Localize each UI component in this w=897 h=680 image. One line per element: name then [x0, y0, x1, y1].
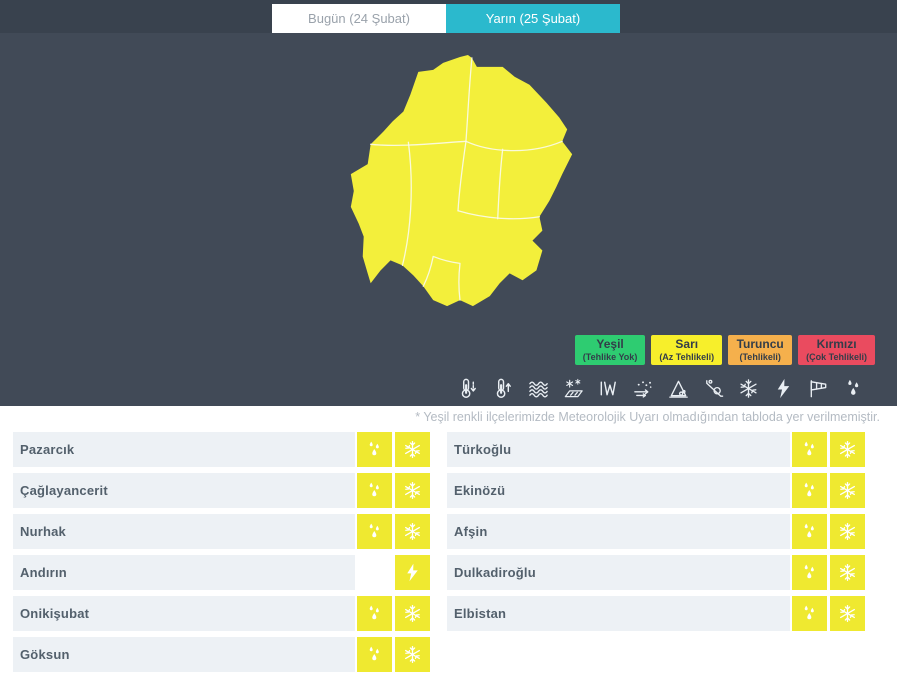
storm-windsock-icon — [807, 377, 830, 400]
legend-item-green: Yeşil (Tehlike Yok) — [575, 335, 646, 365]
district-warnings — [792, 514, 865, 549]
legend-title: Sarı — [659, 337, 714, 352]
district-row-turkoglu[interactable]: Türkoğlu — [447, 432, 865, 467]
snowflake-icon — [395, 637, 430, 672]
district-name: Nurhak — [13, 514, 355, 549]
district-warnings — [357, 596, 430, 631]
legend-title: Kırmızı — [806, 337, 867, 352]
district-warnings — [792, 473, 865, 508]
strong-wind-icon — [597, 377, 620, 400]
rain-icon — [792, 555, 827, 590]
district-name: Göksun — [13, 637, 355, 672]
district-row-andirin[interactable]: Andırın — [13, 555, 430, 590]
district-warnings — [357, 514, 430, 549]
district-warnings — [792, 432, 865, 467]
district-row-goksun[interactable]: Göksun — [13, 637, 430, 672]
district-name: Dulkadiroğlu — [447, 555, 790, 590]
legend-subtitle: (Tehlike Yok) — [583, 352, 638, 362]
rain-icon — [792, 473, 827, 508]
snowflake-icon — [830, 555, 865, 590]
rockfall-icon — [702, 377, 725, 400]
district-warnings — [357, 637, 430, 672]
rough-sea-icon — [527, 377, 550, 400]
day-tabs: Bugün (24 Şubat) Yarın (25 Şubat) — [272, 4, 620, 33]
snowflake-icon — [395, 432, 430, 467]
legend-subtitle: (Tehlikeli) — [736, 352, 784, 362]
legend-item-orange: Turuncu (Tehlikeli) — [728, 335, 792, 365]
legend-subtitle: (Az Tehlikeli) — [659, 352, 714, 362]
district-warnings — [792, 596, 865, 631]
frost-ice-icon — [737, 377, 760, 400]
tab-tomorrow[interactable]: Yarın (25 Şubat) — [446, 4, 620, 33]
rain-icon — [357, 637, 392, 672]
district-row-dulkadiroglu[interactable]: Dulkadiroğlu — [447, 555, 865, 590]
avalanche-icon — [667, 377, 690, 400]
temperature-rise-icon — [492, 377, 515, 400]
warning-legend: Yeşil (Tehlike Yok) Sarı (Az Tehlikeli) … — [575, 335, 875, 365]
rain-icon — [357, 473, 392, 508]
snowflake-icon — [830, 473, 865, 508]
province-map[interactable] — [340, 50, 580, 318]
legend-item-yellow: Sarı (Az Tehlikeli) — [651, 335, 722, 365]
district-row-elbistan[interactable]: Elbistan — [447, 596, 865, 631]
district-row-caglayancerit[interactable]: Çağlayancerit — [13, 473, 430, 508]
district-name: Elbistan — [447, 596, 790, 631]
map-panel: Bugün (24 Şubat) Yarın (25 Şubat) — [0, 0, 897, 406]
legend-title: Yeşil — [583, 337, 638, 352]
district-table-right: Türkoğlu Ekinözü — [447, 432, 865, 637]
district-name: Ekinözü — [447, 473, 790, 508]
rain-icon — [357, 514, 392, 549]
snowflake-icon — [395, 473, 430, 508]
district-row-afsin[interactable]: Afşin — [447, 514, 865, 549]
rain-icon — [792, 596, 827, 631]
district-warnings — [792, 555, 865, 590]
rain-icon — [792, 432, 827, 467]
warning-type-icon-row — [457, 377, 865, 400]
precipitation-icon — [842, 377, 865, 400]
blowing-snow-icon — [632, 377, 655, 400]
district-name: Afşin — [447, 514, 790, 549]
district-name: Çağlayancerit — [13, 473, 355, 508]
district-warnings — [357, 432, 430, 467]
legend-title: Turuncu — [736, 337, 784, 352]
rain-icon — [357, 432, 392, 467]
legend-item-red: Kırmızı (Çok Tehlikeli) — [798, 335, 875, 365]
snowflake-icon — [830, 596, 865, 631]
agricultural-frost-icon — [562, 377, 585, 400]
district-row-onikisubat[interactable]: Onikişubat — [13, 596, 430, 631]
district-name: Pazarcık — [13, 432, 355, 467]
tab-today[interactable]: Bugün (24 Şubat) — [272, 4, 446, 33]
lightning-icon — [395, 555, 430, 590]
snowflake-icon — [830, 514, 865, 549]
district-name: Onikişubat — [13, 596, 355, 631]
rain-icon — [792, 514, 827, 549]
temperature-drop-icon — [457, 377, 480, 400]
snowflake-icon — [830, 432, 865, 467]
district-table-left: Pazarcık Çağlayancerit — [13, 432, 430, 678]
green-districts-note: * Yeşil renkli ilçelerimizde Meteoroloji… — [415, 410, 880, 424]
district-warnings — [357, 473, 430, 508]
district-name: Türkoğlu — [447, 432, 790, 467]
thunderstorm-icon — [772, 377, 795, 400]
province-map-shape[interactable] — [351, 55, 572, 306]
snowflake-icon — [395, 596, 430, 631]
rain-icon — [357, 596, 392, 631]
snowflake-icon — [395, 514, 430, 549]
legend-subtitle: (Çok Tehlikeli) — [806, 352, 867, 362]
weather-warning-page: Bugün (24 Şubat) Yarın (25 Şubat) — [0, 0, 897, 680]
district-name: Andırın — [13, 555, 355, 590]
district-row-ekinozu[interactable]: Ekinözü — [447, 473, 865, 508]
district-warnings — [357, 555, 430, 590]
district-row-pazarcik[interactable]: Pazarcık — [13, 432, 430, 467]
district-row-nurhak[interactable]: Nurhak — [13, 514, 430, 549]
